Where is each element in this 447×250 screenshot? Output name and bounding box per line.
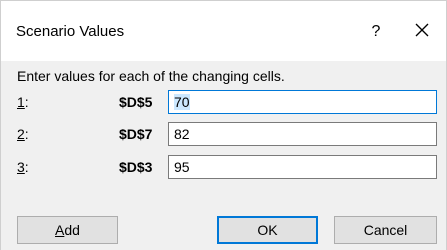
title-bar: Scenario Values ? (1, 1, 446, 61)
row-3-value-input[interactable]: 95 (168, 155, 437, 179)
dialog-title: Scenario Values (16, 23, 125, 40)
close-button[interactable] (405, 15, 439, 47)
close-icon (415, 23, 429, 37)
question-mark-icon: ? (371, 23, 381, 40)
scenario-values-dialog: Scenario Values ? Enter values for each … (0, 0, 447, 250)
row-1-label: 1: (17, 94, 29, 110)
row-1-cell-reference: $D$5 (119, 94, 153, 110)
instruction-text: Enter values for each of the changing ce… (17, 68, 285, 84)
row-2-value-input[interactable]: 82 (168, 122, 437, 146)
dialog-content: Enter values for each of the changing ce… (1, 61, 446, 250)
add-button[interactable]: Add (17, 216, 118, 244)
row-2-label: 2: (17, 126, 29, 142)
help-button[interactable]: ? (361, 17, 391, 47)
row-3-cell-reference: $D$3 (119, 159, 153, 175)
row-1-value-input[interactable]: 70 (168, 90, 437, 114)
row-2-cell-reference: $D$7 (119, 126, 153, 142)
row-3-label: 3: (17, 159, 29, 175)
ok-button[interactable]: OK (217, 216, 318, 244)
cancel-button[interactable]: Cancel (334, 216, 437, 244)
